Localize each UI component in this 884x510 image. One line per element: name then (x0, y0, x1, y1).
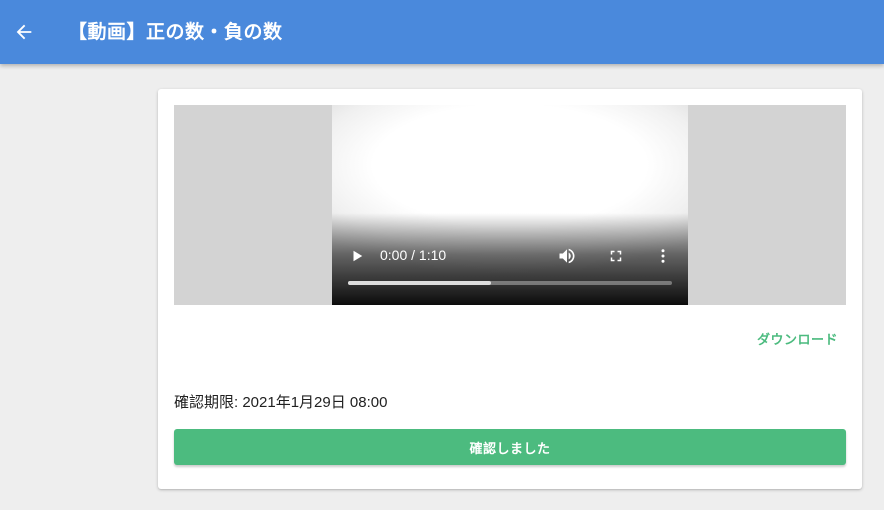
video-progress-bar[interactable] (348, 281, 672, 285)
fullscreen-icon (610, 250, 622, 262)
confirm-button[interactable]: 確認しました (174, 429, 846, 465)
more-vert-icon (661, 249, 665, 263)
video-container: 0:00 / 1:10 (174, 105, 846, 305)
confirmation-deadline: 確認期限: 2021年1月29日 08:00 (174, 394, 388, 411)
back-button[interactable] (8, 16, 40, 48)
page-title: 【動画】正の数・負の数 (68, 21, 283, 43)
app-bar: 【動画】正の数・負の数 (0, 0, 884, 64)
more-options-button[interactable] (652, 245, 674, 267)
volume-icon (559, 248, 575, 264)
play-icon (353, 250, 363, 262)
fullscreen-button[interactable] (605, 245, 627, 267)
video-time-display: 0:00 / 1:10 (380, 247, 447, 263)
video-player[interactable]: 0:00 / 1:10 (332, 105, 688, 305)
video-progress-buffered (348, 281, 491, 285)
arrow-left-icon (16, 24, 32, 40)
video-card: 0:00 / 1:10 ダウンロード 確認期限: 2021年1月29日 08:0… (158, 89, 862, 489)
download-link[interactable]: ダウンロード (757, 329, 838, 348)
volume-button[interactable] (556, 245, 578, 267)
play-button[interactable] (346, 245, 368, 267)
